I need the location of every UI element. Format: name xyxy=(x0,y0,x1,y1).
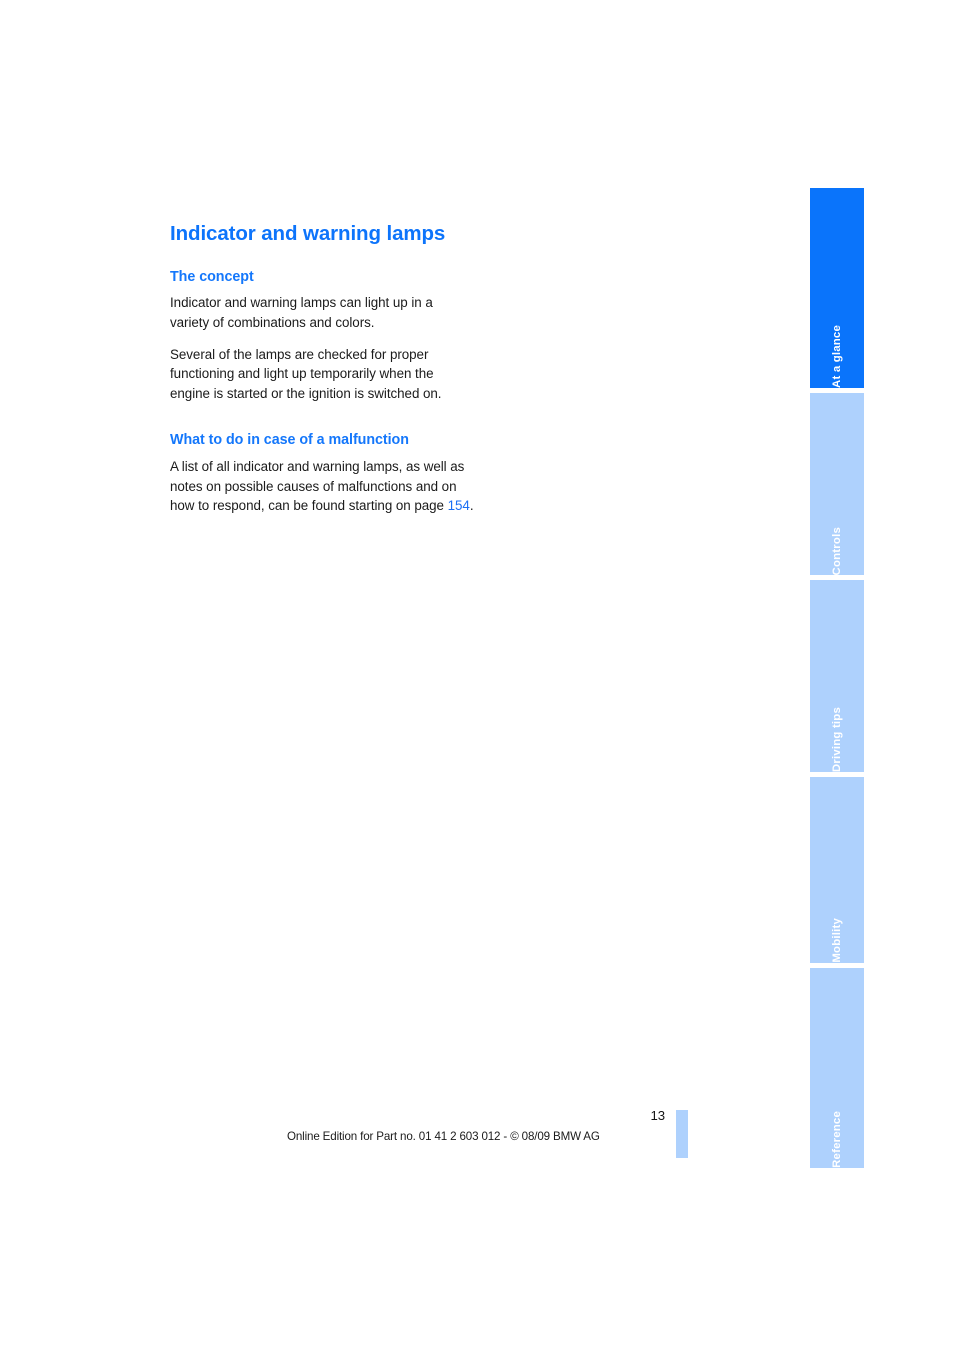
tab-label-wrap: Mobility xyxy=(810,777,864,963)
tab-label-wrap: Driving tips xyxy=(810,580,864,772)
document-page: Indicator and warning lamps The concept … xyxy=(0,0,954,1350)
tab-label-driving-tips: Driving tips xyxy=(831,706,843,772)
page-reference-link[interactable]: 154 xyxy=(448,498,470,513)
page-title: Indicator and warning lamps xyxy=(170,222,446,245)
tab-label-reference: Reference xyxy=(831,1111,843,1168)
tab-driving-tips[interactable]: Driving tips xyxy=(810,580,864,772)
tab-label-wrap: At a glance xyxy=(810,188,864,388)
footer-accent-bar xyxy=(676,1110,688,1158)
paragraph-malfunction: A list of all indicator and warning lamp… xyxy=(170,457,475,516)
tab-label-at-a-glance: At a glance xyxy=(831,325,843,388)
tab-controls[interactable]: Controls xyxy=(810,393,864,575)
footer-edition-note: Online Edition for Part no. 01 41 2 603 … xyxy=(287,1130,600,1143)
tab-at-a-glance[interactable]: At a glance xyxy=(810,188,864,388)
paragraph-concept-1: Indicator and warning lamps can light up… xyxy=(170,295,433,331)
section-heading-malfunction: What to do in case of a malfunction xyxy=(170,432,409,449)
content-column: Indicator and warning lamps The concept … xyxy=(170,222,475,516)
paragraph-malfunction-lead: A list of all indicator and warning lamp… xyxy=(170,459,465,514)
section-heading-concept: The concept xyxy=(170,268,254,285)
paragraph-concept-2: Several of the lamps are checked for pro… xyxy=(170,346,442,401)
tab-label-controls: Controls xyxy=(831,526,843,575)
tab-label-wrap: Reference xyxy=(810,968,864,1168)
tab-reference[interactable]: Reference xyxy=(810,968,864,1168)
thumb-index-rail: At a glance Controls Driving tips Mobili… xyxy=(810,188,864,1168)
tab-label-wrap: Controls xyxy=(810,393,864,575)
paragraph-malfunction-tail: . xyxy=(469,498,474,514)
tab-mobility[interactable]: Mobility xyxy=(810,777,864,963)
tab-label-mobility: Mobility xyxy=(831,918,843,963)
page-number: 13 xyxy=(650,1108,666,1123)
